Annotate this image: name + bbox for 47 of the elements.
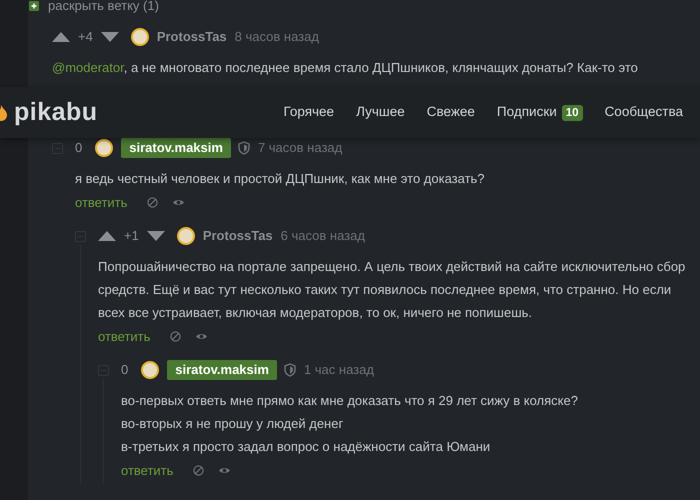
nav-link[interactable]: Горячее: [283, 102, 334, 123]
shield-icon: [284, 362, 296, 376]
comment-text: в-третьих я просто задал вопрос о надёжности сайта Юмани: [121, 438, 492, 456]
username[interactable]: ProtossTas: [156, 26, 227, 46]
logo-text[interactable]: pikabu: [14, 100, 98, 125]
comment-text: во-вторых я не прошу у людей денег: [121, 414, 344, 433]
rating: +4: [78, 28, 93, 46]
comment-text: @moderator, а не многовато последнее время стало ДЦПшников, клянчащих донаты? Как-то это: [52, 58, 639, 77]
avatar[interactable]: [176, 226, 195, 244]
comment-text: я ведь честный человек и простой ДЦПшник, как мне это доказать?: [75, 170, 486, 188]
avatar[interactable]: [141, 360, 160, 378]
block-icon[interactable]: [193, 465, 204, 476]
nav-link[interactable]: Свежее: [426, 102, 475, 123]
eye-icon[interactable]: [195, 332, 208, 341]
comment-text: Попрошайничество на портале запрещено. А цель твоих действий на сайте исключительно сбор средств. Ещё и вас тут несколько таких тут появилось последнее время, что странно. Но если всех все устраивает, включая модераторов, то ок, ничего не попишешь.: [98, 258, 686, 322]
rating: 0: [75, 138, 82, 157]
timestamp: 6 часов назад: [280, 226, 365, 245]
timestamp: 7 часов назад: [258, 138, 342, 157]
downvote-icon[interactable]: [100, 32, 119, 42]
timestamp: 1 час назад: [304, 360, 374, 379]
nav-link[interactable]: Подписки 10: [496, 102, 583, 123]
reply-link[interactable]: ответить: [75, 192, 128, 212]
expand-branch-link[interactable]: раскрыть ветку (1): [29, 0, 700, 16]
count-badge: 10: [562, 104, 583, 120]
username-badge[interactable]: siratov.maksim: [167, 360, 277, 380]
block-icon[interactable]: [147, 197, 158, 208]
username-badge[interactable]: siratov.maksim: [121, 138, 231, 158]
timestamp: 8 часов назад: [234, 28, 319, 46]
downvote-icon[interactable]: [146, 230, 165, 240]
eye-icon[interactable]: [172, 198, 186, 207]
eye-icon[interactable]: [218, 466, 232, 475]
avatar[interactable]: [130, 28, 149, 46]
plus-icon[interactable]: [29, 0, 39, 11]
upvote-icon[interactable]: [98, 230, 116, 240]
rating: 0: [121, 360, 128, 379]
upvote-icon[interactable]: [52, 32, 70, 42]
comment-text: во-первых ответь мне прямо как мне доказать что я 29 лет сижу в коляске?: [121, 392, 579, 410]
avatar[interactable]: [95, 138, 114, 156]
reply-link[interactable]: ответить: [98, 326, 150, 346]
nav-link[interactable]: Сообщества: [604, 102, 683, 123]
nav-link[interactable]: Лучшее: [356, 102, 405, 123]
shield-icon: [238, 140, 250, 154]
username[interactable]: ProtossTas: [202, 226, 273, 246]
mention-link[interactable]: @moderator: [52, 60, 124, 74]
reply-link[interactable]: ответить: [121, 460, 174, 480]
rating: +1: [124, 226, 139, 245]
block-icon[interactable]: [170, 331, 182, 342]
